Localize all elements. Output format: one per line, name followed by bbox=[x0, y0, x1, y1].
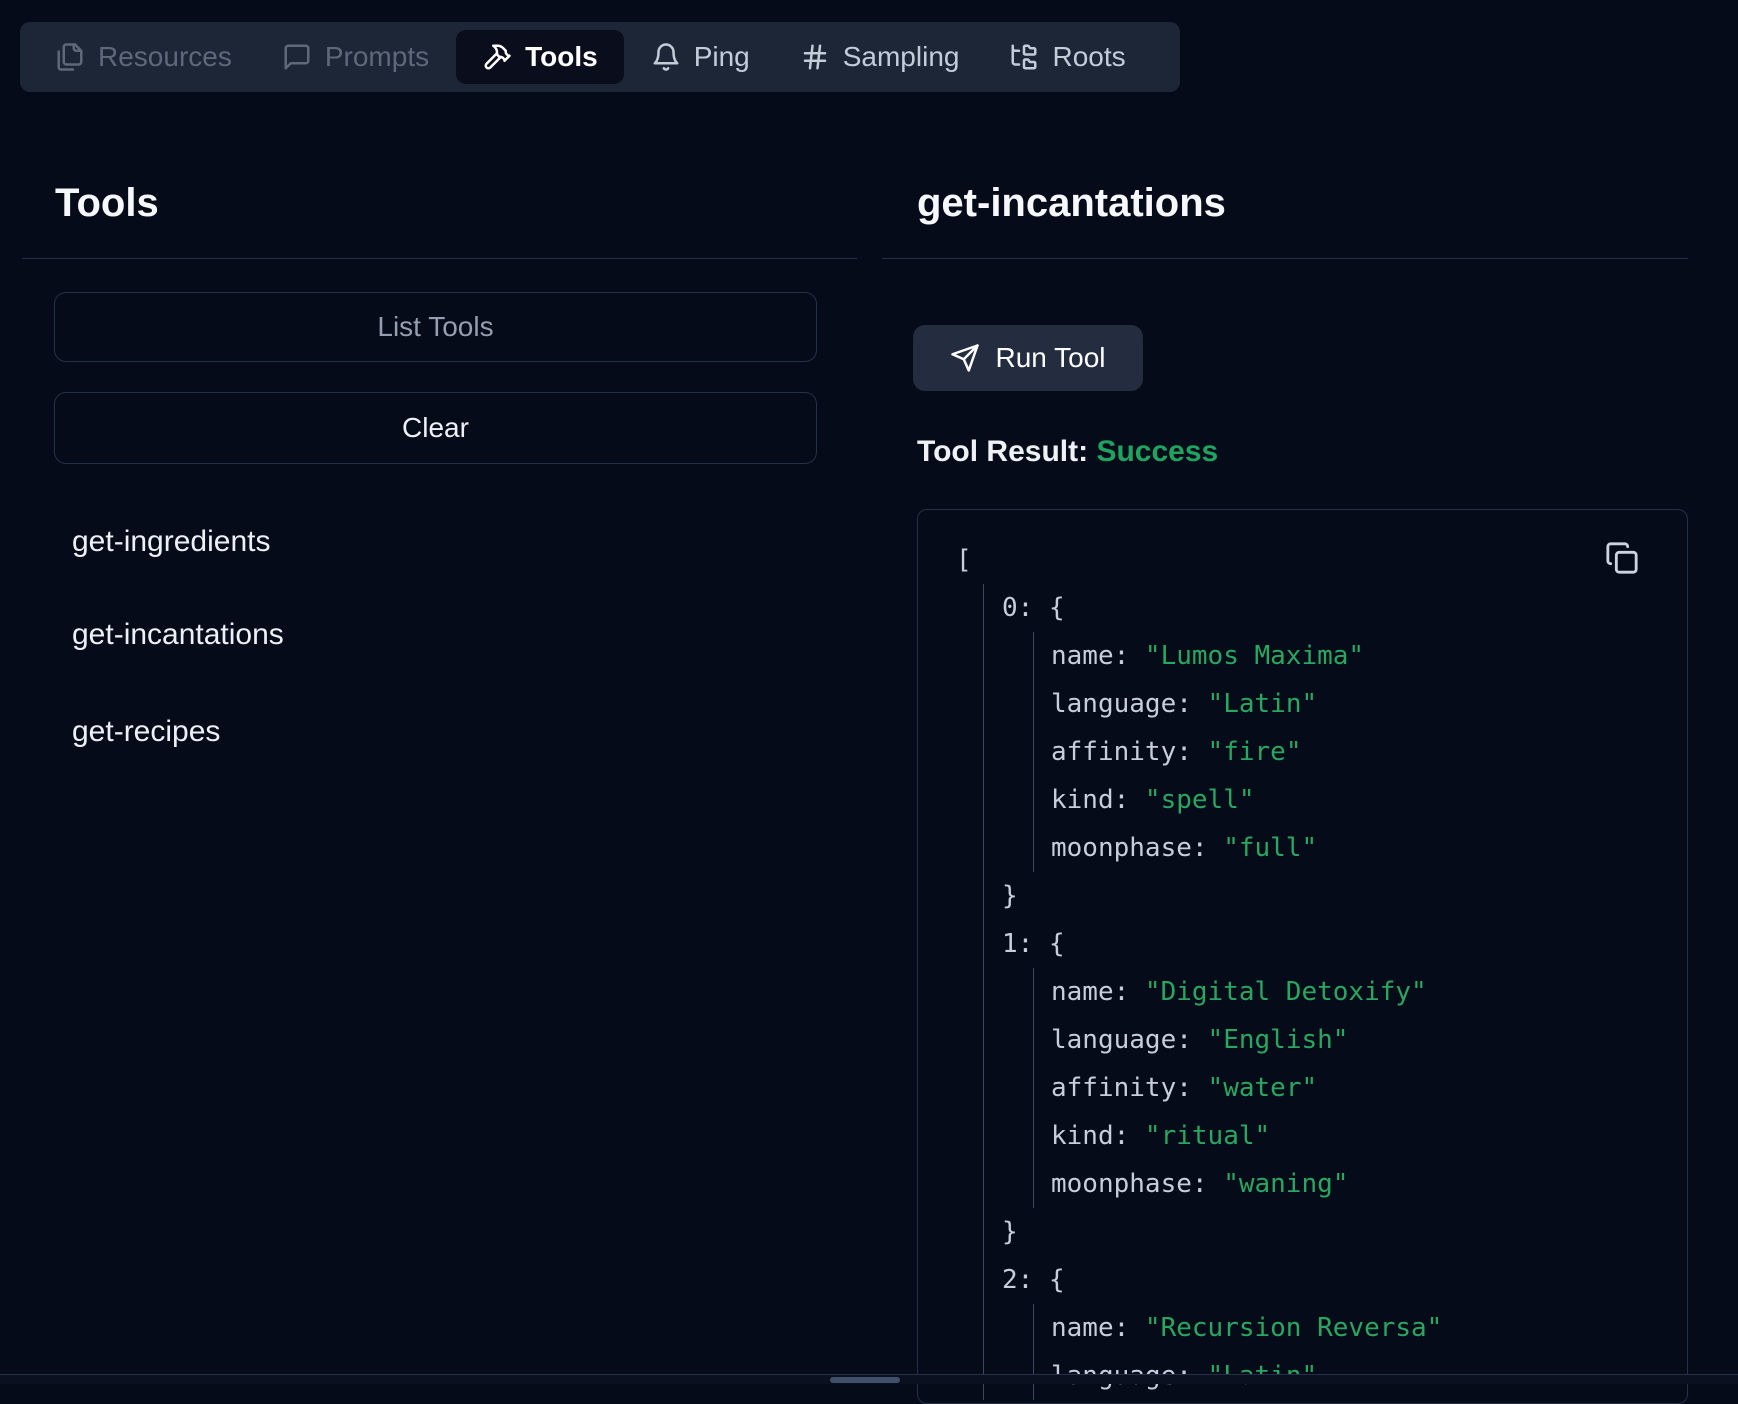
tool-result-label: Tool Result: bbox=[917, 435, 1088, 468]
json-field-row: kind: "ritual" bbox=[1034, 1112, 1687, 1160]
json-key: moonphase: bbox=[1051, 833, 1223, 863]
json-key: name: bbox=[1051, 1313, 1145, 1343]
detail-panel-divider bbox=[882, 258, 1688, 259]
json-object-body: name: "Digital Detoxify"language: "Engli… bbox=[1033, 968, 1687, 1208]
tool-list-item[interactable]: get-incantations bbox=[55, 605, 818, 665]
tab-label: Resources bbox=[98, 41, 232, 73]
tab-label: Prompts bbox=[325, 41, 429, 73]
json-close-brace-row: } bbox=[984, 1208, 1687, 1256]
json-string-value: "full" bbox=[1223, 833, 1317, 863]
clear-button[interactable]: Clear bbox=[54, 392, 817, 464]
json-object-body: name: "Lumos Maxima"language: "Latin"aff… bbox=[1033, 632, 1687, 872]
json-field-row: name: "Lumos Maxima" bbox=[1034, 632, 1687, 680]
json-key: kind: bbox=[1051, 785, 1145, 815]
json-index: 1 bbox=[1002, 929, 1018, 959]
run-tool-button[interactable]: Run Tool bbox=[913, 325, 1143, 391]
json-field-row: kind: "spell" bbox=[1034, 776, 1687, 824]
json-field-row: language: "English" bbox=[1034, 1016, 1687, 1064]
list-tools-button[interactable]: List Tools bbox=[54, 292, 817, 362]
tab-label: Tools bbox=[525, 41, 598, 73]
json-index: 0 bbox=[1002, 593, 1018, 623]
json-key: name: bbox=[1051, 641, 1145, 671]
message-square-icon bbox=[282, 42, 312, 72]
json-viewer: [ 0: {name: "Lumos Maxima"language: "Lat… bbox=[918, 510, 1687, 1400]
bell-icon bbox=[651, 42, 681, 72]
tab-resources[interactable]: Resources bbox=[32, 22, 255, 92]
tab-sampling[interactable]: Sampling bbox=[777, 22, 983, 92]
copy-button[interactable] bbox=[1603, 538, 1643, 578]
status-badge: Success bbox=[1096, 435, 1218, 468]
tab-roots[interactable]: Roots bbox=[986, 22, 1148, 92]
json-index-row: 2: { bbox=[984, 1256, 1687, 1304]
json-array-body: 0: {name: "Lumos Maxima"language: "Latin… bbox=[983, 584, 1687, 1400]
json-string-value: "Recursion Reversa" bbox=[1145, 1313, 1442, 1343]
hammer-icon bbox=[482, 42, 512, 72]
selected-tool-title: get-incantations bbox=[917, 180, 1226, 226]
json-field-row: name: "Recursion Reversa" bbox=[1034, 1304, 1687, 1352]
json-index: 2 bbox=[1002, 1265, 1018, 1295]
json-field-row: moonphase: "waning" bbox=[1034, 1160, 1687, 1208]
json-key: language: bbox=[1051, 1025, 1208, 1055]
tools-panel-title: Tools bbox=[55, 180, 159, 226]
json-string-value: "waning" bbox=[1223, 1169, 1348, 1199]
json-string-value: "spell" bbox=[1145, 785, 1255, 815]
json-key: affinity: bbox=[1051, 737, 1208, 767]
tool-list-item[interactable]: get-recipes bbox=[55, 702, 818, 762]
tab-ping[interactable]: Ping bbox=[628, 22, 773, 92]
json-string-value: "Digital Detoxify" bbox=[1145, 977, 1427, 1007]
files-icon bbox=[55, 42, 85, 72]
json-key: kind: bbox=[1051, 1121, 1145, 1151]
tool-list-item[interactable]: get-ingredients bbox=[55, 512, 818, 572]
json-root-bracket: [ bbox=[956, 536, 1687, 584]
tab-tools[interactable]: Tools bbox=[456, 30, 624, 84]
json-field-row: language: "Latin" bbox=[1034, 680, 1687, 728]
json-index-row: 0: { bbox=[984, 584, 1687, 632]
json-string-value: "Lumos Maxima" bbox=[1145, 641, 1364, 671]
json-key: name: bbox=[1051, 977, 1145, 1007]
tab-label: Sampling bbox=[843, 41, 960, 73]
json-field-row: moonphase: "full" bbox=[1034, 824, 1687, 872]
folder-tree-icon bbox=[1009, 42, 1039, 72]
tab-bar: Resources Prompts Tools Ping Sampling Ro… bbox=[20, 22, 1180, 92]
tool-result-line: Tool Result: Success bbox=[917, 433, 1218, 471]
hash-icon bbox=[800, 42, 830, 72]
json-key: affinity: bbox=[1051, 1073, 1208, 1103]
json-string-value: "water" bbox=[1208, 1073, 1318, 1103]
json-field-row: affinity: "water" bbox=[1034, 1064, 1687, 1112]
copy-icon bbox=[1605, 541, 1641, 575]
json-string-value: "ritual" bbox=[1145, 1121, 1270, 1151]
tab-label: Ping bbox=[694, 41, 750, 73]
horizontal-scrollbar[interactable] bbox=[0, 1374, 1738, 1384]
json-key: moonphase: bbox=[1051, 1169, 1223, 1199]
json-string-value: "Latin" bbox=[1208, 689, 1318, 719]
send-icon bbox=[950, 343, 980, 373]
json-object-body: name: "Recursion Reversa"language: "Lati… bbox=[1033, 1304, 1687, 1400]
json-field-row: name: "Digital Detoxify" bbox=[1034, 968, 1687, 1016]
json-close-brace-row: } bbox=[984, 872, 1687, 920]
json-string-value: "English" bbox=[1208, 1025, 1349, 1055]
json-field-row: affinity: "fire" bbox=[1034, 728, 1687, 776]
run-tool-label: Run Tool bbox=[995, 342, 1105, 374]
tab-label: Roots bbox=[1052, 41, 1125, 73]
tab-prompts[interactable]: Prompts bbox=[259, 22, 452, 92]
json-key: language: bbox=[1051, 689, 1208, 719]
tool-result-json-panel: [ 0: {name: "Lumos Maxima"language: "Lat… bbox=[917, 509, 1688, 1404]
json-string-value: "fire" bbox=[1208, 737, 1302, 767]
json-index-row: 1: { bbox=[984, 920, 1687, 968]
tools-panel-divider bbox=[22, 258, 857, 259]
horizontal-scrollbar-thumb[interactable] bbox=[830, 1377, 900, 1383]
